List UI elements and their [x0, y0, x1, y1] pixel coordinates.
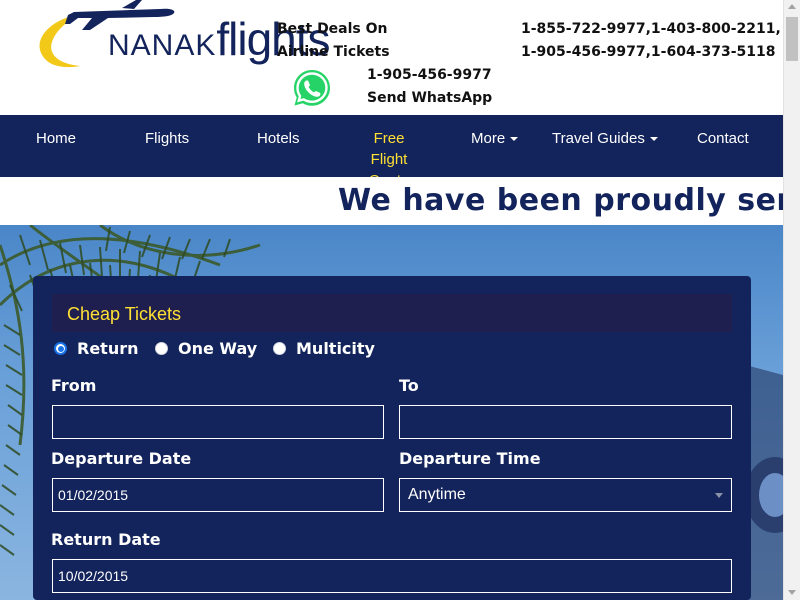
logo-nanak-text: NANAK [108, 29, 217, 62]
departure-time-select[interactable]: Anytime [399, 478, 732, 512]
nanak-flights-logo[interactable]: NANAKflights [30, 0, 331, 75]
nav-hotels[interactable]: Hotels [257, 128, 300, 149]
return-date-label: Return Date [51, 530, 161, 549]
scroll-down-arrow-icon[interactable] [788, 590, 796, 595]
scroll-up-arrow-icon[interactable] [788, 4, 796, 9]
nav-more[interactable]: More [471, 128, 519, 149]
marquee-text: We have been proudly servi [338, 183, 783, 218]
radio-unselected-icon[interactable] [155, 342, 168, 355]
main-nav: Home Flights Hotels Free Flight Quote Mo… [0, 115, 783, 189]
departure-date-input[interactable]: 01/02/2015 [52, 478, 384, 512]
trip-type-multicity-label: Multicity [296, 339, 375, 358]
chevron-down-icon [510, 137, 519, 142]
nav-flights[interactable]: Flights [145, 128, 189, 149]
nav-travel-guides[interactable]: Travel Guides [552, 128, 658, 149]
trip-type-one-way-label: One Way [178, 339, 258, 358]
trip-type-one-way[interactable]: One Way [155, 339, 257, 358]
nav-more-label: More [471, 130, 506, 147]
trip-type-return-label: Return [77, 339, 139, 358]
marquee-banner: We have been proudly servi [0, 177, 783, 225]
phone-numbers: 1-855-722-9977,1-403-800-2211, 1-905-456… [521, 18, 781, 64]
trip-type-return[interactable]: Return [54, 339, 139, 358]
chevron-down-icon [715, 493, 723, 498]
page-scrollbar[interactable] [783, 0, 800, 600]
from-input[interactable] [52, 405, 384, 439]
phone-line-2[interactable]: 1-905-456-9977,1-604-373-5118 [521, 41, 781, 64]
tagline: Best Deals On Airline Tickets [277, 18, 397, 64]
tagline-line-1: Best Deals On [277, 21, 388, 37]
whatsapp-number[interactable]: 1-905-456-9977 [367, 64, 492, 87]
departure-time-label: Departure Time [399, 449, 541, 468]
nav-travel-guides-label: Travel Guides [552, 130, 645, 147]
return-date-input[interactable]: 10/02/2015 [52, 559, 732, 593]
nav-quote-line-1: Free Flight [370, 130, 408, 168]
departure-date-label: Departure Date [51, 449, 192, 468]
whatsapp-info[interactable]: 1-905-456-9977 Send WhatsApp [367, 64, 492, 110]
radio-selected-icon[interactable] [54, 342, 67, 355]
scrollbar-thumb[interactable] [786, 17, 798, 61]
to-label: To [399, 376, 419, 395]
from-label: From [51, 376, 97, 395]
to-input[interactable] [399, 405, 732, 439]
nav-home[interactable]: Home [36, 128, 76, 149]
whatsapp-label[interactable]: Send WhatsApp [367, 87, 492, 110]
site-header: NANAKflights Best Deals On Airline Ticke… [0, 0, 783, 115]
phone-line-1[interactable]: 1-855-722-9977,1-403-800-2211, [521, 18, 781, 41]
nav-contact[interactable]: Contact [697, 128, 749, 149]
trip-type-multicity[interactable]: Multicity [273, 339, 375, 358]
whatsapp-icon[interactable] [292, 68, 332, 108]
chevron-down-icon [649, 137, 658, 142]
departure-time-value: Anytime [408, 486, 466, 503]
panel-title: Cheap Tickets [67, 304, 182, 324]
tagline-line-2: Airline Tickets [277, 44, 390, 60]
radio-unselected-icon[interactable] [273, 342, 286, 355]
